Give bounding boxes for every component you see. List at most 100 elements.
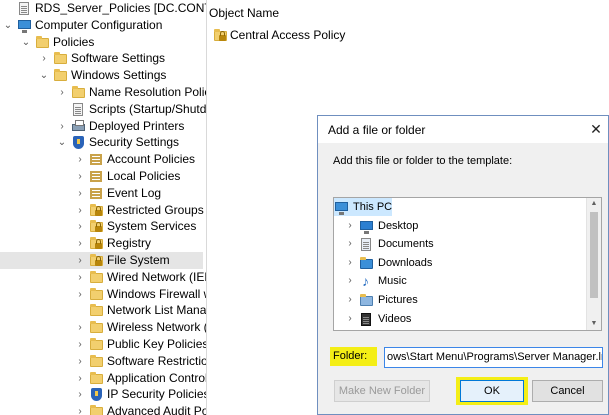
folder-icon — [89, 270, 104, 285]
expand-chevron-icon[interactable]: › — [75, 353, 85, 370]
tree-item[interactable]: ⌄ Security Settings — [0, 134, 203, 151]
pictures-icon — [359, 293, 374, 307]
folder-path-input[interactable]: ows\Start Menu\Programs\Server Manager.l… — [384, 347, 603, 368]
tree-item[interactable]: RDS_Server_Policies [DC.CONTOSO.CO — [0, 0, 206, 17]
tree-item[interactable]: › Event Log — [0, 185, 203, 202]
expand-chevron-icon[interactable]: › — [345, 254, 355, 272]
tree-item-label: Name Resolution Policy — [89, 85, 206, 99]
locked-folder-icon — [89, 236, 104, 251]
tree-item-label: Computer Configuration — [35, 17, 163, 32]
expand-chevron-icon[interactable]: › — [75, 218, 85, 235]
document-icon — [71, 102, 86, 117]
tree-item[interactable]: › Windows Firewall w — [0, 286, 206, 303]
expand-chevron-icon[interactable]: › — [75, 252, 85, 269]
expand-chevron-icon[interactable]: › — [75, 168, 85, 185]
videos-icon — [359, 312, 374, 326]
policy-icon — [89, 152, 104, 167]
tree-item[interactable]: › Software Restriction — [0, 353, 206, 370]
ok-button[interactable]: OK — [460, 380, 524, 402]
expand-chevron-icon[interactable]: › — [57, 118, 67, 135]
pane-divider[interactable] — [206, 0, 207, 415]
collapse-chevron-icon[interactable]: ⌄ — [39, 67, 49, 84]
folder-tree-item-label: This PC — [353, 201, 393, 213]
folder-tree-item[interactable]: This PC — [334, 198, 392, 216]
expand-chevron-icon[interactable]: › — [75, 319, 85, 336]
console-tree[interactable]: RDS_Server_Policies [DC.CONTOSO.CO ⌄ Compu… — [0, 0, 206, 415]
tree-item-label: Public Key Policies — [107, 337, 206, 351]
tree-item[interactable]: Network List Manag — [0, 302, 206, 319]
make-new-folder-button[interactable]: Make New Folder — [334, 380, 430, 402]
folder-icon — [89, 371, 104, 386]
folder-tree-item[interactable]: › Documents — [334, 235, 584, 253]
tree-item-label: Deployed Printers — [89, 118, 185, 133]
folder-browser-tree[interactable]: This PC › Desktop › Documents › Downloads › ♪ Mus… — [333, 197, 602, 331]
tree-item[interactable]: › System Services — [0, 218, 203, 235]
scroll-down-icon[interactable]: ▼ — [587, 318, 601, 330]
folder-tree-scrollbar[interactable]: ▲ ▼ — [586, 198, 601, 330]
expand-chevron-icon[interactable]: › — [39, 50, 49, 67]
expand-chevron-icon[interactable]: › — [75, 370, 85, 387]
tree-item[interactable]: › Application Control — [0, 370, 206, 387]
tree-item[interactable]: › File System — [0, 252, 203, 269]
expand-chevron-icon[interactable]: › — [75, 386, 85, 403]
tree-item-label: Wireless Network (II — [107, 320, 206, 335]
expand-chevron-icon[interactable]: › — [75, 185, 85, 202]
tree-item[interactable]: ⌄ Windows Settings — [0, 67, 203, 84]
collapse-chevron-icon[interactable]: ⌄ — [21, 34, 31, 51]
expand-chevron-icon[interactable]: › — [345, 291, 355, 309]
expand-chevron-icon[interactable]: › — [75, 286, 85, 303]
tree-item[interactable]: › Wireless Network (II — [0, 319, 206, 336]
folder-tree-item[interactable]: › ♪ Music — [334, 272, 584, 290]
tree-item[interactable]: › Public Key Policies — [0, 336, 206, 353]
tree-item-label: Registry — [107, 236, 152, 251]
tree-item-label: IP Security Policies — [107, 387, 206, 402]
tree-item[interactable]: ⌄ Computer Configuration — [0, 17, 203, 34]
expand-chevron-icon — [57, 101, 67, 118]
expand-chevron-icon[interactable]: › — [345, 235, 355, 253]
collapse-chevron-icon[interactable]: ⌄ — [3, 17, 13, 34]
expand-chevron-icon[interactable]: › — [75, 202, 85, 219]
tree-item[interactable]: › Advanced Audit Po — [0, 403, 206, 415]
folder-tree-item[interactable]: › Pictures — [334, 291, 584, 309]
printer-icon — [71, 119, 86, 134]
dialog-title: Add a file or folder — [328, 123, 426, 137]
cancel-button[interactable]: Cancel — [532, 380, 603, 402]
tree-item[interactable]: › Account Policies — [0, 151, 203, 168]
expand-chevron-icon[interactable]: › — [75, 336, 85, 353]
close-icon[interactable]: ✕ — [584, 116, 608, 143]
expand-chevron-icon[interactable]: › — [345, 217, 355, 235]
expand-chevron-icon[interactable]: › — [75, 151, 85, 168]
dialog-titlebar[interactable]: Add a file or folder ✕ — [318, 116, 608, 143]
tree-item[interactable]: › Deployed Printers — [0, 118, 203, 135]
expand-chevron-icon[interactable]: › — [75, 269, 85, 286]
expand-chevron-icon — [75, 302, 85, 319]
tree-item[interactable]: ⌄ Policies — [0, 34, 203, 51]
folder-icon — [35, 35, 50, 50]
tree-item[interactable]: › Local Policies — [0, 168, 203, 185]
folder-tree-item[interactable]: › Desktop — [334, 217, 584, 235]
tree-item[interactable]: › Wired Network (IEEE — [0, 269, 206, 286]
list-item-label: Central Access Policy — [230, 28, 346, 42]
collapse-chevron-icon[interactable]: ⌄ — [57, 134, 67, 151]
expand-chevron-icon[interactable]: › — [75, 235, 85, 252]
expand-chevron-icon[interactable]: › — [75, 403, 85, 415]
tree-item[interactable]: › Restricted Groups — [0, 202, 203, 219]
tree-item[interactable]: › IP Security Policies — [0, 386, 206, 403]
expand-chevron-icon[interactable]: › — [345, 272, 355, 290]
scroll-up-icon[interactable]: ▲ — [587, 198, 601, 210]
tree-item[interactable]: › Software Settings — [0, 50, 203, 67]
expand-chevron-icon[interactable]: › — [57, 84, 67, 101]
expand-chevron-icon — [3, 0, 13, 17]
expand-chevron-icon[interactable]: › — [345, 310, 355, 328]
folder-tree-item[interactable]: › Downloads — [334, 254, 584, 272]
tree-item-label: Wired Network (IEEE — [107, 269, 206, 284]
documents-icon — [359, 237, 374, 252]
tree-item[interactable]: › Registry — [0, 235, 203, 252]
tree-item[interactable]: Scripts (Startup/Shutdo — [0, 101, 206, 118]
column-header-object-name[interactable]: Object Name — [209, 6, 279, 20]
scrollbar-thumb[interactable] — [590, 212, 598, 298]
tree-item[interactable]: › Name Resolution Policy — [0, 84, 206, 101]
tree-item-label: Software Restriction — [107, 353, 206, 368]
folder-tree-item[interactable]: › Videos — [334, 310, 584, 328]
tree-item-label: RDS_Server_Policies [DC.CONTOSO.CO — [35, 1, 206, 15]
